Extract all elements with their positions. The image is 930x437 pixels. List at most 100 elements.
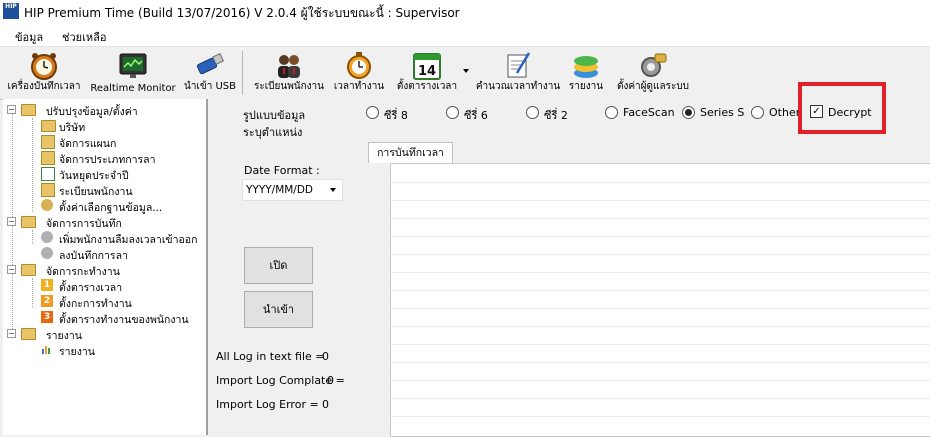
calendar-day: 14 bbox=[418, 64, 436, 79]
collapse-icon[interactable]: − bbox=[7, 105, 16, 114]
date-format-select[interactable]: YYYY/MM/DD bbox=[242, 179, 343, 201]
tree-group-reports[interactable]: − รายงาน bbox=[7, 326, 203, 342]
bar-chart-icon bbox=[42, 346, 50, 354]
log-row bbox=[391, 218, 930, 219]
open-button[interactable]: เปิด bbox=[244, 247, 313, 284]
tree-item-database-settings[interactable]: ตั้งค่าเลือกฐานข้อมูล... bbox=[33, 198, 203, 214]
schedule-dropdown-arrow[interactable] bbox=[463, 69, 469, 73]
log-row bbox=[391, 254, 930, 255]
log-row bbox=[391, 344, 930, 345]
work-time-button[interactable]: เวลาทำงาน bbox=[332, 49, 386, 97]
radio-series-6-label: ซีรี่ 6 bbox=[464, 109, 488, 122]
tree-group-records[interactable]: − จัดการการบันทึก bbox=[7, 214, 203, 230]
radio-series-s[interactable] bbox=[682, 106, 695, 119]
collapse-icon[interactable]: − bbox=[7, 329, 16, 338]
menu-bar: ข้อมูล ช่วยเหลือ bbox=[0, 24, 930, 47]
database-settings-icon bbox=[41, 199, 53, 211]
set-schedule-label: ตั้งตารางเวลา bbox=[396, 81, 458, 92]
import-usb-label: นำเข้า USB bbox=[183, 81, 237, 92]
app-icon-label: HIP bbox=[5, 3, 17, 10]
number-one-icon: 1 bbox=[41, 279, 53, 291]
decrypt-label: Decrypt bbox=[828, 106, 872, 119]
radio-facescan-label: FaceScan bbox=[623, 106, 675, 119]
radio-other[interactable] bbox=[751, 106, 764, 119]
radio-series-6[interactable] bbox=[446, 106, 459, 119]
folder-icon bbox=[41, 120, 56, 132]
radio-series-2[interactable] bbox=[526, 106, 539, 119]
report-label: รายงาน bbox=[568, 81, 604, 92]
log-row bbox=[391, 236, 930, 237]
tree-item-set-timetable[interactable]: 1 ตั้งตารางเวลา bbox=[33, 278, 203, 294]
folder-open-icon bbox=[21, 328, 36, 340]
folder-open-icon bbox=[21, 264, 36, 276]
tree-group-settings[interactable]: − ปรับปรุงข้อมูล/ตั้งค่า bbox=[7, 102, 203, 118]
log-list[interactable] bbox=[390, 163, 930, 437]
employee-records-label: ระเบียนพนักงาน bbox=[253, 81, 325, 92]
radio-series-8[interactable] bbox=[366, 106, 379, 119]
app-icon: HIP bbox=[3, 3, 19, 19]
tab-time-records[interactable]: การบันทึกเวลา bbox=[368, 142, 453, 163]
monitor-icon bbox=[119, 53, 147, 78]
log-row bbox=[391, 308, 930, 309]
log-row bbox=[391, 182, 930, 183]
calculate-work-time-label: คำนวณเวลาทำงาน bbox=[475, 81, 561, 92]
collapse-icon[interactable]: − bbox=[7, 265, 16, 274]
import-usb-button[interactable]: นำเข้า USB bbox=[182, 49, 238, 97]
time-recorder-label: เครื่องบันทึกเวลา bbox=[7, 81, 81, 92]
tree-item-company[interactable]: บริษัท bbox=[33, 118, 203, 134]
time-recorder-button[interactable]: เครื่องบันทึกเวลา bbox=[4, 49, 84, 97]
calculate-work-time-button[interactable]: คำนวณเวลาทำงาน bbox=[474, 49, 562, 97]
employee-icon bbox=[41, 183, 55, 197]
tree-item-set-shift[interactable]: 2 ตั้งกะการทำงาน bbox=[33, 294, 203, 310]
tree-item-employee-records[interactable]: ระเบียนพนักงาน bbox=[33, 182, 203, 198]
stat-import-complete-value: 0 bbox=[327, 374, 334, 387]
log-row bbox=[391, 200, 930, 201]
stat-all-log-label: All Log in text file = bbox=[216, 350, 325, 363]
folder-open-icon bbox=[21, 216, 36, 228]
calculate-icon bbox=[507, 52, 531, 78]
collapse-icon[interactable]: − bbox=[7, 217, 16, 226]
log-row bbox=[391, 290, 930, 291]
import-panel: รูปแบบข้อมูล ระบุตำแหน่ง ซีรี่ 8 ซีรี่ 6… bbox=[208, 82, 930, 437]
tree-item-record-leave[interactable]: ลงบันทึกการลา bbox=[33, 246, 203, 262]
stat-all-log-value: 0 bbox=[322, 350, 329, 363]
window-title: HIP Premium Time (Build 13/07/2016) V 2.… bbox=[24, 6, 460, 20]
tree-item-report[interactable]: รายงาน bbox=[33, 342, 203, 358]
tree-group-shifts[interactable]: − จัดการกะทำงาน bbox=[7, 262, 203, 278]
employee-records-button[interactable]: ระเบียนพนักงาน bbox=[250, 49, 328, 97]
tree-item-leave-types[interactable]: จัดการประเภทการลา bbox=[33, 150, 203, 166]
set-schedule-button[interactable]: 14 ตั้งตารางเวลา bbox=[392, 49, 462, 97]
gear-icon bbox=[41, 231, 53, 243]
radio-series-s-label: Series S bbox=[700, 106, 745, 119]
department-icon bbox=[41, 135, 55, 149]
import-button[interactable]: นำเข้า bbox=[244, 291, 313, 328]
chevron-down-icon bbox=[330, 188, 336, 192]
people-icon bbox=[278, 55, 300, 78]
realtime-monitor-label: Realtime Monitor bbox=[90, 83, 176, 94]
title-bar: HIP HIP Premium Time (Build 13/07/2016) … bbox=[0, 0, 930, 24]
realtime-monitor-button[interactable]: Realtime Monitor bbox=[90, 49, 176, 97]
position-label: ระบุตำแหน่ง bbox=[243, 126, 303, 139]
log-row bbox=[391, 380, 930, 381]
stat-import-complete-label: Import Log Complate = bbox=[216, 374, 345, 387]
menu-item-data[interactable]: ข้อมูล bbox=[15, 28, 43, 46]
work-time-label: เวลาทำงาน bbox=[333, 81, 385, 92]
tree-item-add-forgotten-scan[interactable]: เพิ่มพนักงานลืมลงเวลาเข้าออก bbox=[33, 230, 203, 246]
tree-item-holidays[interactable]: วันหยุดประจำปี bbox=[33, 166, 203, 182]
tree-item-label: รายงาน bbox=[59, 346, 95, 358]
date-format-label: Date Format : bbox=[244, 164, 320, 177]
log-row bbox=[391, 362, 930, 363]
tree-item-employee-schedule[interactable]: 3 ตั้งตารางทำงานของพนักงาน bbox=[33, 310, 203, 326]
gear-icon bbox=[41, 247, 53, 259]
admin-settings-label: ตั้งค่าผู้ดูแลระบบ bbox=[616, 81, 690, 92]
report-icon bbox=[574, 56, 598, 78]
report-button[interactable]: รายงาน bbox=[566, 49, 606, 97]
usb-icon bbox=[196, 53, 224, 75]
decrypt-checkbox[interactable]: ✓ bbox=[810, 105, 823, 118]
toolbar: เครื่องบันทึกเวลา Realtime Monitor นำเข้… bbox=[0, 47, 930, 100]
radio-facescan[interactable] bbox=[605, 106, 618, 119]
menu-item-help[interactable]: ช่วยเหลือ bbox=[62, 28, 106, 46]
admin-settings-button[interactable]: ตั้งค่าผู้ดูแลระบบ bbox=[612, 49, 694, 97]
radio-series-8-label: ซีรี่ 8 bbox=[384, 109, 408, 122]
tree-item-departments[interactable]: จัดการแผนก bbox=[33, 134, 203, 150]
